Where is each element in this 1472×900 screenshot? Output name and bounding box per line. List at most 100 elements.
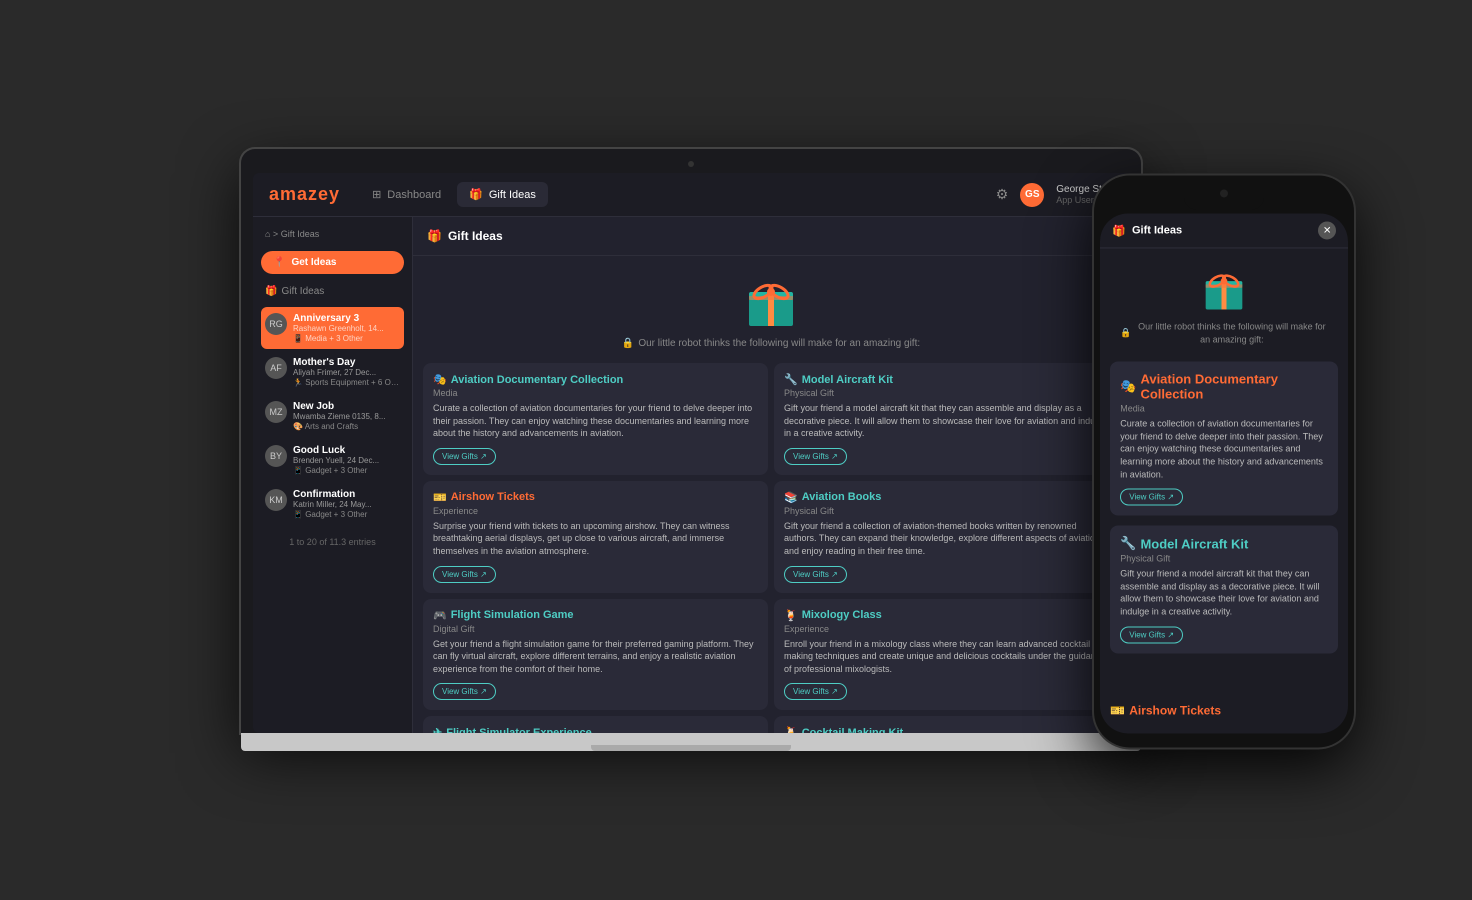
view-gifts-btn-5[interactable]: View Gifts ↗ <box>784 683 847 700</box>
gift-card-title-6: ✈ Flight Simulator Experience <box>433 726 758 733</box>
gift-info-0: Anniversary 3 Rashawn Greenholt, 14... 📱… <box>293 313 400 343</box>
gift-name-2: New Job <box>293 401 400 412</box>
gift-card-title-4: 🎮 Flight Simulation Game <box>433 609 758 622</box>
gift-card-desc-0: Curate a collection of aviation document… <box>433 402 758 440</box>
top-bar-left: amazey ⊞ Dashboard 🎁 Gift Ideas <box>269 182 548 207</box>
phone-hero: 🔒 Our little robot thinks the following … <box>1100 248 1348 353</box>
gift-list-item-0[interactable]: RG Anniversary 3 Rashawn Greenholt, 14..… <box>261 307 404 349</box>
gift-tags-4: 📱 Gadget + 3 Other <box>293 510 400 519</box>
gift-avatar-3: BY <box>265 445 287 467</box>
gift-card-type-5: Experience <box>784 624 1109 634</box>
laptop-camera <box>688 161 694 167</box>
robot-icon: 🔒 <box>622 338 634 349</box>
laptop-bezel: amazey ⊞ Dashboard 🎁 Gift Ideas ⚙ <box>241 149 1141 733</box>
modal-title-icon: 🎁 <box>427 229 442 243</box>
gift-card-5: 🍹 Mixology Class Experience Enroll your … <box>774 599 1119 711</box>
gift-info-3: Good Luck Brenden Yuell, 24 Dec... 📱 Gad… <box>293 445 400 475</box>
gift-info-1: Mother's Day Aliyah Frimer, 27 Dec... 🏃 … <box>293 357 400 387</box>
gift-list-item-1[interactable]: AF Mother's Day Aliyah Frimer, 27 Dec...… <box>261 351 404 393</box>
gift-card-icon-1: 🔧 <box>784 373 798 386</box>
gift-list-item-3[interactable]: BY Good Luck Brenden Yuell, 24 Dec... 📱 … <box>261 439 404 481</box>
phone-screen: 🎁 Gift Ideas ✕ 🔒 Our litt <box>1100 213 1348 733</box>
gift-avatar-2: MZ <box>265 401 287 423</box>
get-ideas-button[interactable]: 📍 Get Ideas <box>261 251 404 274</box>
app-logo: amazey <box>269 184 340 205</box>
gift-tags-3: 📱 Gadget + 3 Other <box>293 466 400 475</box>
get-ideas-icon: 📍 <box>273 257 285 268</box>
nav-tab-dashboard[interactable]: ⊞ Dashboard <box>360 182 453 207</box>
main-inner: 🎁 Gift Ideas ✕ <box>413 217 1129 733</box>
gift-card-type-2: Experience <box>433 506 758 516</box>
app-body: ⌂ > Gift Ideas 📍 Get Ideas 🎁 Gift Ideas … <box>253 217 1129 733</box>
phone-modal-title: 🎁 Gift Ideas <box>1112 224 1182 237</box>
gift-card-icon-4: 🎮 <box>433 609 447 622</box>
view-gifts-btn-1[interactable]: View Gifts ↗ <box>784 448 847 465</box>
gift-card-1: 🔧 Model Aircraft Kit Physical Gift Gift … <box>774 363 1119 475</box>
nav-tab-giftideas[interactable]: 🎁 Gift Ideas <box>457 182 548 207</box>
tag-icon-4: 📱 <box>293 510 303 519</box>
tag-icon-0: 📱 <box>293 334 303 343</box>
modal-title-text: Gift Ideas <box>448 229 503 243</box>
phone-device: 🎁 Gift Ideas ✕ 🔒 Our litt <box>1094 175 1354 747</box>
tag-icon-3: 📱 <box>293 466 303 475</box>
gift-ideas-modal: 🎁 Gift Ideas ✕ <box>413 217 1129 733</box>
gift-list-item-4[interactable]: KM Confirmation Katrin Miller, 24 May...… <box>261 483 404 525</box>
phone-gift-card-1: 🔧 Model Aircraft Kit Physical Gift Gift … <box>1110 526 1338 653</box>
gift-date-2: Mwamba Zieme 0135, 8... <box>293 412 400 421</box>
gift-info-4: Confirmation Katrin Miller, 24 May... 📱 … <box>293 489 400 519</box>
phone-gift-card-desc-1: Gift your friend a model aircraft kit th… <box>1120 568 1328 618</box>
phone-modal-header: 🎁 Gift Ideas ✕ <box>1100 213 1348 248</box>
phone-gift-icon-1: 🔧 <box>1120 536 1136 552</box>
view-gifts-btn-3[interactable]: View Gifts ↗ <box>784 566 847 583</box>
view-gifts-btn-4[interactable]: View Gifts ↗ <box>433 683 496 700</box>
gift-grid: 🎭 Aviation Documentary Collection Media … <box>413 357 1129 733</box>
phone-gift-card-type-1: Physical Gift <box>1120 554 1328 564</box>
phone-partial-text: Airshow Tickets <box>1129 703 1221 717</box>
gift-name-4: Confirmation <box>293 489 400 500</box>
giftideas-label: Gift Ideas <box>489 189 536 201</box>
pagination-text: 1 to 20 of 11.3 entries <box>261 533 404 551</box>
gift-card-7: 🍹 Cocktail Making Kit Physical Gift Gift… <box>774 716 1119 733</box>
giftideas-icon: 🎁 <box>469 188 483 201</box>
gift-card-icon-7: 🍹 <box>784 726 798 733</box>
gift-avatar-0: RG <box>265 313 287 335</box>
phone-robot-text-content: Our little robot thinks the following wi… <box>1135 320 1328 345</box>
gift-card-title-0: 🎭 Aviation Documentary Collection <box>433 373 758 386</box>
phone-gift-icon-0: 🎭 <box>1120 379 1136 395</box>
phone-view-gifts-btn-1[interactable]: View Gifts ↗ <box>1120 626 1183 643</box>
gift-card-3: 📚 Aviation Books Physical Gift Gift your… <box>774 481 1119 593</box>
gift-list: RG Anniversary 3 Rashawn Greenholt, 14..… <box>261 307 404 525</box>
phone-modal-close-button[interactable]: ✕ <box>1318 221 1336 239</box>
phone-partial-icon: 🎫 <box>1110 703 1125 717</box>
view-gifts-btn-0[interactable]: View Gifts ↗ <box>433 448 496 465</box>
sidebar: ⌂ > Gift Ideas 📍 Get Ideas 🎁 Gift Ideas … <box>253 217 413 733</box>
nav-tabs: ⊞ Dashboard 🎁 Gift Ideas <box>360 182 548 207</box>
dashboard-label: Dashboard <box>387 189 441 201</box>
gift-card-icon-0: 🎭 <box>433 373 447 386</box>
view-gifts-btn-2[interactable]: View Gifts ↗ <box>433 566 496 583</box>
gift-card-4: 🎮 Flight Simulation Game Digital Gift Ge… <box>423 599 768 711</box>
section-text: Gift Ideas <box>281 286 324 297</box>
gift-card-desc-4: Get your friend a flight simulation game… <box>433 638 758 676</box>
phone-gift-card-desc-0: Curate a collection of aviation document… <box>1120 418 1328 481</box>
gift-card-desc-2: Surprise your friend with tickets to an … <box>433 520 758 558</box>
gift-card-type-4: Digital Gift <box>433 624 758 634</box>
gift-card-icon-5: 🍹 <box>784 609 798 622</box>
phone-robot-text: 🔒 Our little robot thinks the following … <box>1100 320 1348 345</box>
settings-icon[interactable]: ⚙ <box>996 186 1009 203</box>
gift-card-icon-6: ✈ <box>433 726 442 733</box>
modal-header: 🎁 Gift Ideas ✕ <box>413 217 1129 256</box>
gift-tags-2: 🎨 Arts and Crafts <box>293 422 400 431</box>
gift-avatar-4: KM <box>265 489 287 511</box>
tag-icon-1: 🏃 <box>293 378 303 387</box>
dashboard-icon: ⊞ <box>372 188 381 201</box>
gift-list-item-2[interactable]: MZ New Job Mwamba Zieme 0135, 8... 🎨 Art… <box>261 395 404 437</box>
user-avatar: GS <box>1020 183 1044 207</box>
gift-card-type-1: Physical Gift <box>784 388 1109 398</box>
modal-hero: 🔒 Our little robot thinks the following … <box>413 256 1129 357</box>
phone-gift-card-title-0: 🎭 Aviation Documentary Collection <box>1120 372 1328 402</box>
phone-bezel: 🎁 Gift Ideas ✕ 🔒 Our litt <box>1094 175 1354 747</box>
phone-robot-icon: 🔒 <box>1120 327 1131 340</box>
phone-view-gifts-btn-0[interactable]: View Gifts ↗ <box>1120 489 1183 506</box>
tag-icon-2: 🎨 <box>293 422 303 431</box>
